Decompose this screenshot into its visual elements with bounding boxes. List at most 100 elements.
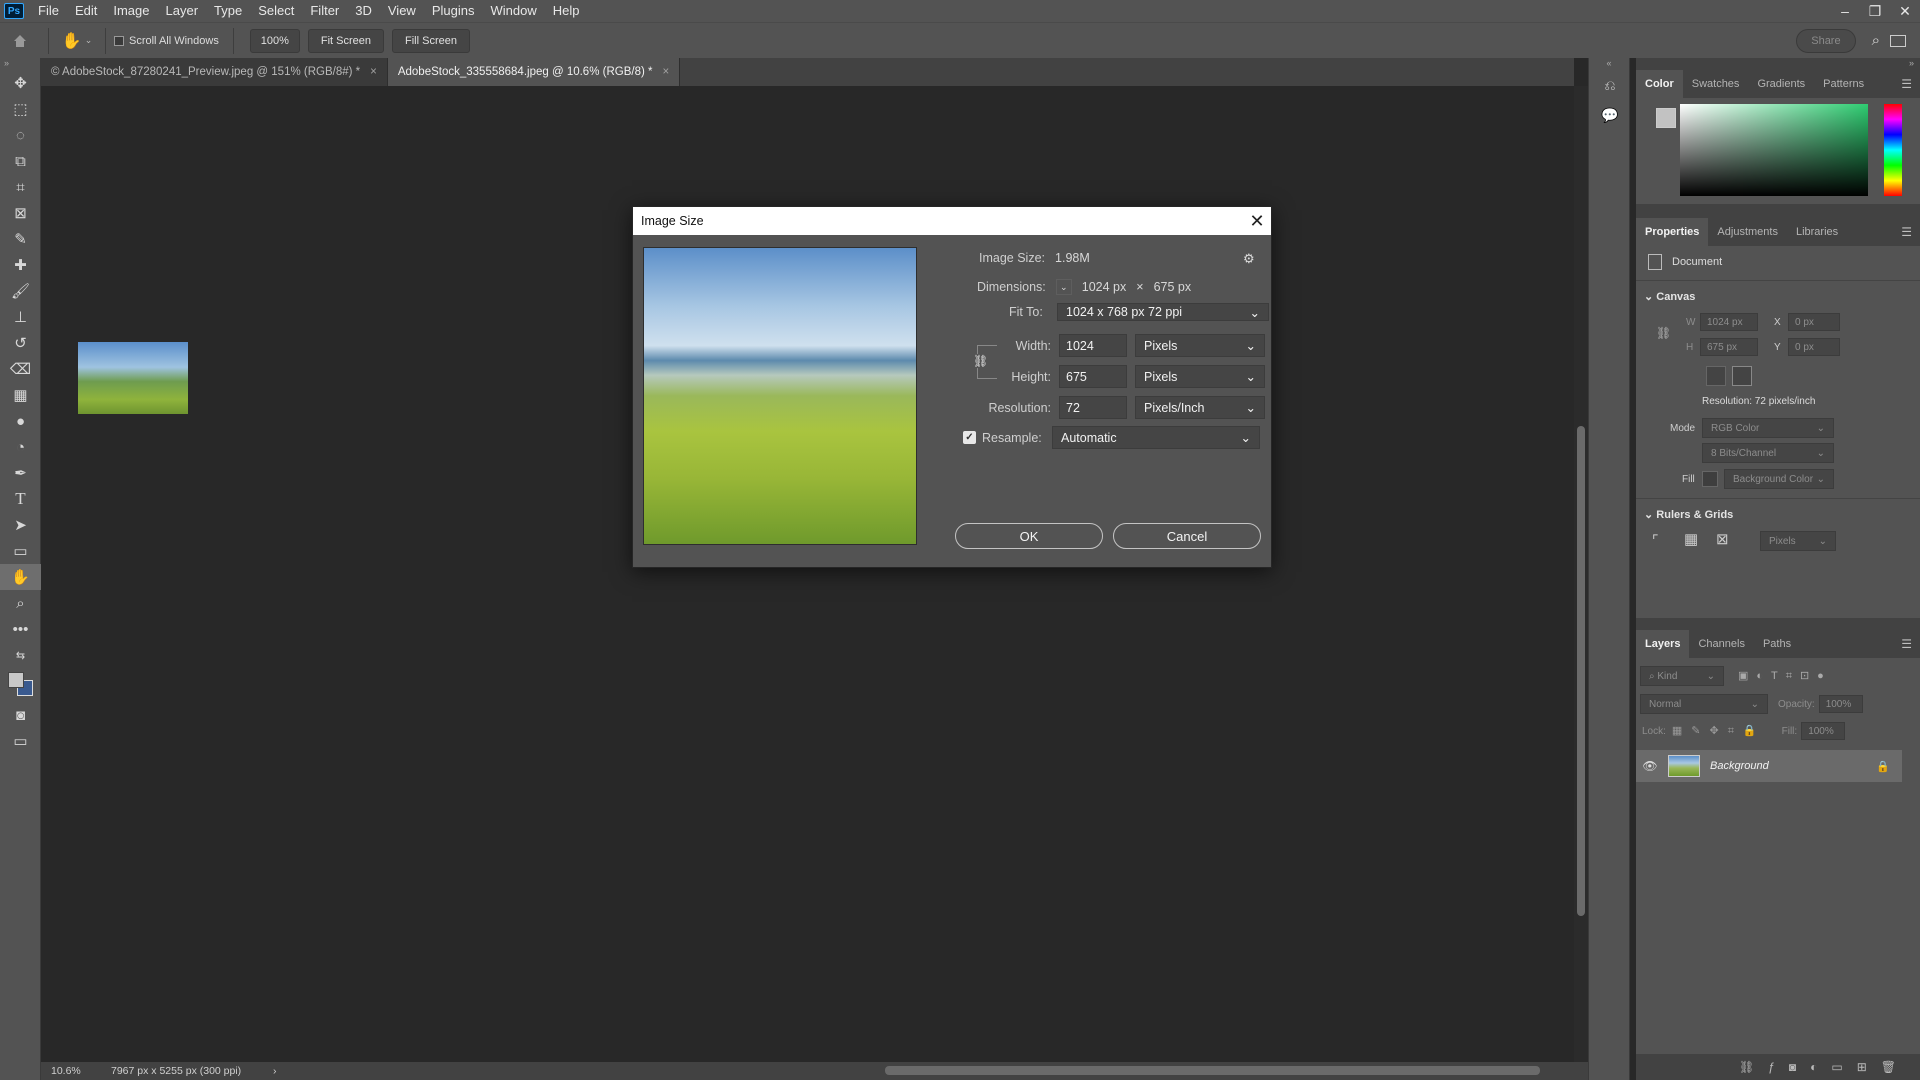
tab-properties[interactable]: Properties xyxy=(1636,218,1709,246)
rectangle-tool-icon[interactable]: ▭ xyxy=(0,538,41,564)
hand-tool-preset-icon[interactable]: ✋ ⌄ xyxy=(57,31,97,51)
tab-color[interactable]: Color xyxy=(1636,70,1683,98)
screen-mode-icon[interactable]: ▭ xyxy=(0,728,41,754)
guides-icon[interactable]: ⊠ xyxy=(1716,530,1729,548)
marquee-tool-icon[interactable]: ⬚ xyxy=(0,96,41,122)
menu-file[interactable]: File xyxy=(30,0,67,22)
color-picker-field[interactable] xyxy=(1680,104,1868,196)
swap-colors-icon[interactable]: ⇆ xyxy=(0,642,41,668)
bits-select[interactable]: 8 Bits/Channel ⌄ xyxy=(1702,443,1834,463)
horizontal-scroll-thumb[interactable] xyxy=(885,1066,1540,1075)
zoom-level[interactable]: 10.6% xyxy=(41,1065,101,1077)
hue-slider[interactable] xyxy=(1884,104,1902,196)
layer-row-background[interactable]: 👁 Background 🔒 xyxy=(1636,750,1902,782)
menu-select[interactable]: Select xyxy=(250,0,302,22)
resample-method-select[interactable]: Automatic ⌄ xyxy=(1052,426,1260,449)
move-tool-icon[interactable]: ✥ xyxy=(0,70,41,96)
type-tool-icon[interactable]: T xyxy=(0,486,41,512)
layers-footer-actions[interactable]: ⛓ƒ◙◐▭⊞🗑 xyxy=(1636,1054,1920,1080)
clone-stamp-tool-icon[interactable]: ⊥ xyxy=(0,304,41,330)
vertical-scrollbar[interactable] xyxy=(1574,86,1588,1062)
landscape-orientation-icon[interactable] xyxy=(1732,366,1752,386)
dialog-close-button[interactable]: ✕ xyxy=(1243,211,1271,232)
frame-tool-icon[interactable]: ⊠ xyxy=(0,200,41,226)
history-panel-icon[interactable]: ⎌ xyxy=(1589,70,1631,100)
close-window-button[interactable]: ✕ xyxy=(1890,0,1920,22)
menu-3d[interactable]: 3D xyxy=(347,0,380,22)
canvas-section-header[interactable]: ⌄ Canvas xyxy=(1644,290,1695,303)
menu-plugins[interactable]: Plugins xyxy=(424,0,483,22)
lock-icons[interactable]: ▦✎✥⌗🔒 xyxy=(1672,724,1766,738)
units-select[interactable]: Pixels ⌄ xyxy=(1760,531,1836,551)
opacity-field[interactable]: 100% xyxy=(1818,695,1863,713)
menu-window[interactable]: Window xyxy=(482,0,544,22)
scroll-all-windows-option[interactable]: Scroll All Windows xyxy=(114,35,219,47)
fill-select[interactable]: Background Color ⌄ xyxy=(1724,469,1834,489)
blur-tool-icon[interactable]: ● xyxy=(0,408,41,434)
tab-gradients[interactable]: Gradients xyxy=(1748,70,1814,98)
foreground-color-swatch[interactable] xyxy=(8,672,24,688)
scroll-all-checkbox[interactable] xyxy=(114,35,124,46)
eraser-tool-icon[interactable]: ⌫ xyxy=(0,356,41,382)
tab-patterns[interactable]: Patterns xyxy=(1814,70,1873,98)
resolution-unit-select[interactable]: Pixels/Inch ⌄ xyxy=(1135,396,1265,419)
tab-adjustments[interactable]: Adjustments xyxy=(1708,218,1787,246)
share-button[interactable]: Share xyxy=(1796,28,1856,53)
grid-icon[interactable]: ▦ xyxy=(1684,530,1698,548)
fill-swatch[interactable] xyxy=(1702,471,1718,487)
width-unit-select[interactable]: Pixels ⌄ xyxy=(1135,334,1265,357)
constrain-link-icon[interactable]: ⛓ xyxy=(973,354,989,368)
height-unit-select[interactable]: Pixels ⌄ xyxy=(1135,365,1265,388)
blend-mode-select[interactable]: Normal ⌄ xyxy=(1640,694,1768,714)
collapse-panels-icon[interactable]: « xyxy=(1589,58,1629,70)
more-tools-icon[interactable]: ••• xyxy=(0,616,41,642)
tab-paths[interactable]: Paths xyxy=(1754,630,1800,658)
height-input[interactable]: 675 xyxy=(1059,365,1127,388)
collapse-dock-icon[interactable]: » xyxy=(1636,58,1920,70)
settings-gear-icon[interactable]: ⚙ xyxy=(1243,251,1255,267)
canvas-x-field[interactable]: 0 px xyxy=(1788,313,1840,331)
width-input[interactable]: 1024 xyxy=(1059,334,1127,357)
menu-type[interactable]: Type xyxy=(206,0,250,22)
ruler-icon[interactable]: ⌜ xyxy=(1652,532,1659,549)
layer-fill-field[interactable]: 100% xyxy=(1801,722,1846,740)
tab-channels[interactable]: Channels xyxy=(1689,630,1753,658)
restore-button[interactable]: ❐ xyxy=(1860,0,1890,22)
eyedropper-tool-icon[interactable]: ✎ xyxy=(0,226,41,252)
menu-help[interactable]: Help xyxy=(545,0,588,22)
image-preview[interactable] xyxy=(643,247,917,545)
panel-menu-icon[interactable]: ☰ xyxy=(1901,77,1912,91)
tab-document-1[interactable]: © AdobeStock_87280241_Preview.jpeg @ 151… xyxy=(41,58,388,86)
crop-tool-icon[interactable]: ⌗ xyxy=(0,174,41,200)
layer-name[interactable]: Background xyxy=(1710,760,1769,772)
layer-kind-filter[interactable]: ⌕ Kind ⌄ xyxy=(1640,666,1724,686)
close-tab-icon[interactable]: × xyxy=(662,66,669,78)
tab-swatches[interactable]: Swatches xyxy=(1683,70,1749,98)
canvas-width-field[interactable]: 1024 px xyxy=(1700,313,1758,331)
expand-toolbar-icon[interactable]: » xyxy=(0,58,40,70)
dimensions-unit-dropdown-icon[interactable]: ⌄ xyxy=(1055,279,1072,295)
zoom-tool-icon[interactable]: ⌕ xyxy=(0,590,41,616)
foreground-swatch[interactable] xyxy=(1656,108,1676,128)
zoom-100-button[interactable]: 100% xyxy=(249,28,300,53)
menu-edit[interactable]: Edit xyxy=(67,0,105,22)
brush-tool-icon[interactable]: 🖌 xyxy=(0,278,41,304)
link-icon[interactable]: ⛓ xyxy=(1656,326,1671,340)
lasso-tool-icon[interactable]: ◌ xyxy=(0,122,41,148)
resample-checkbox[interactable]: ✓ xyxy=(963,431,976,444)
menu-filter[interactable]: Filter xyxy=(302,0,347,22)
resolution-input[interactable]: 72 xyxy=(1059,396,1127,419)
tab-layers[interactable]: Layers xyxy=(1636,630,1690,658)
home-icon[interactable] xyxy=(0,33,40,49)
menu-layer[interactable]: Layer xyxy=(158,0,207,22)
tab-libraries[interactable]: Libraries xyxy=(1787,218,1847,246)
photoshop-logo[interactable]: Ps xyxy=(4,3,24,19)
foreground-background-swatch[interactable] xyxy=(0,668,40,702)
workspace-icon[interactable] xyxy=(1890,34,1906,47)
menu-view[interactable]: View xyxy=(380,0,424,22)
scroll-thumb[interactable] xyxy=(1577,426,1585,916)
layer-filter-icons[interactable]: ▣◐T⌗⊡● xyxy=(1738,669,1832,683)
canvas-height-field[interactable]: 675 px xyxy=(1700,338,1758,356)
panel-menu-icon[interactable]: ☰ xyxy=(1901,225,1912,239)
close-tab-icon[interactable]: × xyxy=(370,66,377,78)
